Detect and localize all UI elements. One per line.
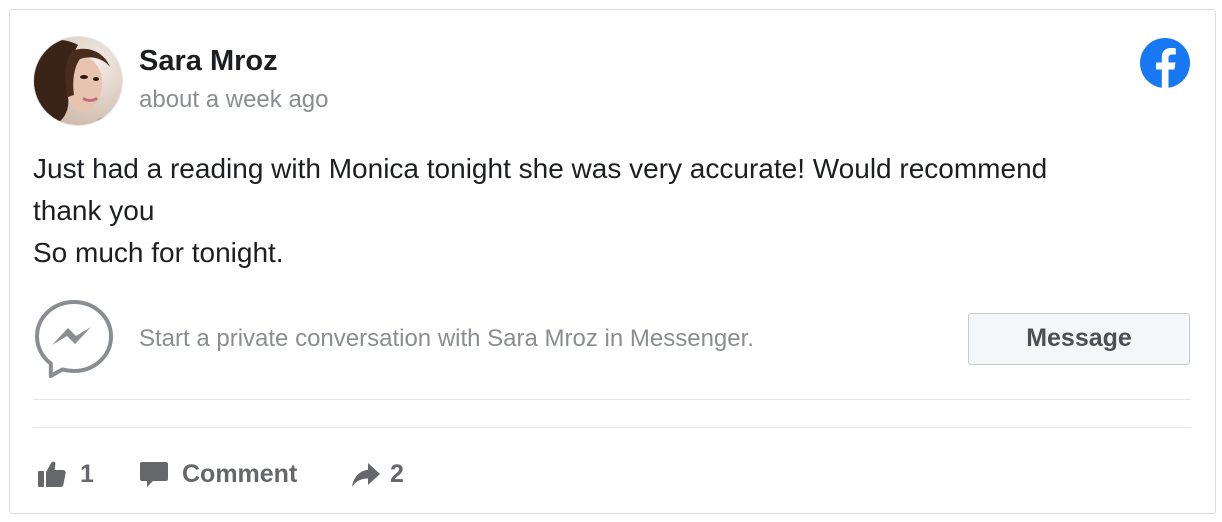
post-body: Just had a reading with Monica tonight s… (33, 148, 1183, 274)
post-body-line: Just had a reading with Monica tonight s… (33, 153, 1048, 184)
comment-bubble-icon (140, 462, 168, 487)
messenger-icon (33, 298, 115, 380)
post-timestamp[interactable]: about a week ago (139, 86, 328, 114)
comment-label: Comment (182, 459, 298, 488)
post-body-line: thank you (33, 195, 155, 226)
post-action-bar: 1 Comment 2 (33, 450, 1191, 498)
thumbs-up-icon (38, 461, 66, 487)
divider (33, 427, 1191, 428)
message-button[interactable]: Message (968, 313, 1190, 365)
share-arrow-icon (352, 463, 380, 487)
facebook-review-card: Sara Mroz about a week ago Just had a re… (9, 9, 1216, 514)
like-count: 1 (80, 459, 94, 488)
messenger-prompt: Start a private conversation with Sara M… (33, 298, 1191, 380)
messenger-prompt-text: Start a private conversation with Sara M… (139, 325, 754, 352)
avatar-photo (34, 37, 122, 125)
post-body-line: So much for tonight. (33, 237, 284, 268)
avatar[interactable] (34, 37, 122, 125)
share-button[interactable]: 2 (351, 450, 404, 498)
divider (33, 399, 1191, 400)
facebook-logo-icon[interactable] (1139, 37, 1191, 89)
author-name[interactable]: Sara Mroz (139, 45, 278, 78)
share-count: 2 (390, 459, 404, 488)
like-button[interactable]: 1 (37, 450, 94, 498)
comment-button[interactable]: Comment (139, 450, 297, 498)
